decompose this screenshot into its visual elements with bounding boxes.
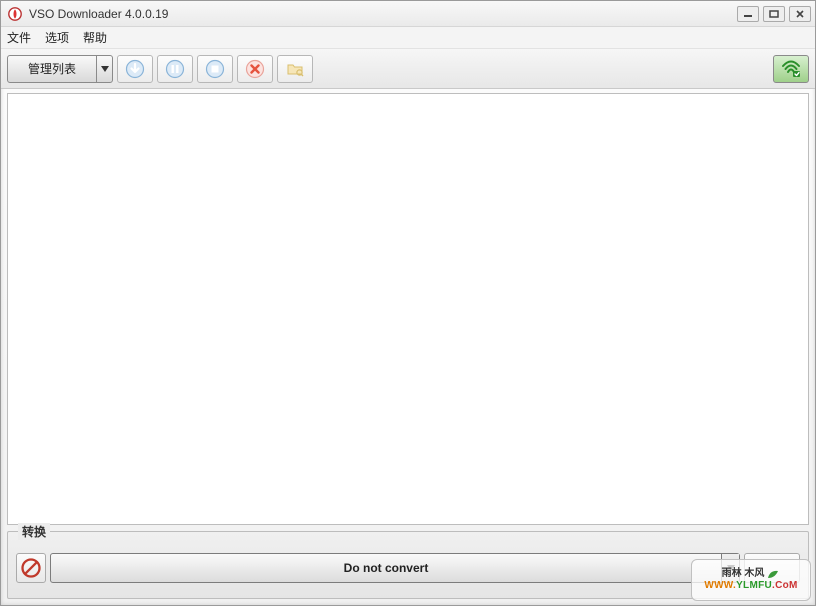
watermark-url: WWW.YLMFU.CoM — [704, 580, 797, 592]
no-convert-icon[interactable] — [16, 553, 46, 583]
window-controls — [737, 6, 811, 22]
chevron-down-icon[interactable] — [96, 56, 112, 82]
menu-file[interactable]: 文件 — [7, 29, 31, 46]
convert-caption: 转换 — [18, 523, 50, 540]
close-button[interactable] — [789, 6, 811, 22]
network-status-button[interactable] — [773, 55, 809, 83]
manage-list-label: 管理列表 — [8, 56, 96, 82]
convert-format-select[interactable]: Do not convert — [50, 553, 740, 583]
convert-section: 转换 Do not convert — [7, 531, 809, 599]
manage-list-button[interactable]: 管理列表 — [7, 55, 113, 83]
convert-row: Do not convert — [8, 532, 808, 598]
menubar: 文件 选项 帮助 — [1, 27, 815, 49]
convert-selected-value: Do not convert — [51, 554, 721, 582]
download-list[interactable] — [7, 93, 809, 525]
minimize-button[interactable] — [737, 6, 759, 22]
window-title: VSO Downloader 4.0.0.19 — [29, 7, 737, 21]
toolbar: 管理列表 — [1, 49, 815, 89]
app-window: VSO Downloader 4.0.0.19 文件 选项 帮助 管理列表 — [0, 0, 816, 606]
stop-button[interactable] — [197, 55, 233, 83]
app-icon — [7, 6, 23, 22]
open-folder-button[interactable] — [277, 55, 313, 83]
maximize-button[interactable] — [763, 6, 785, 22]
leaf-icon — [766, 568, 780, 580]
menu-help[interactable]: 帮助 — [83, 29, 107, 46]
watermark: 雨林 木风 WWW.YLMFU.CoM — [691, 559, 811, 601]
download-button[interactable] — [117, 55, 153, 83]
menu-options[interactable]: 选项 — [45, 29, 69, 46]
pause-button[interactable] — [157, 55, 193, 83]
titlebar: VSO Downloader 4.0.0.19 — [1, 1, 815, 27]
delete-button[interactable] — [237, 55, 273, 83]
watermark-brand: 雨林 木风 — [722, 568, 781, 580]
